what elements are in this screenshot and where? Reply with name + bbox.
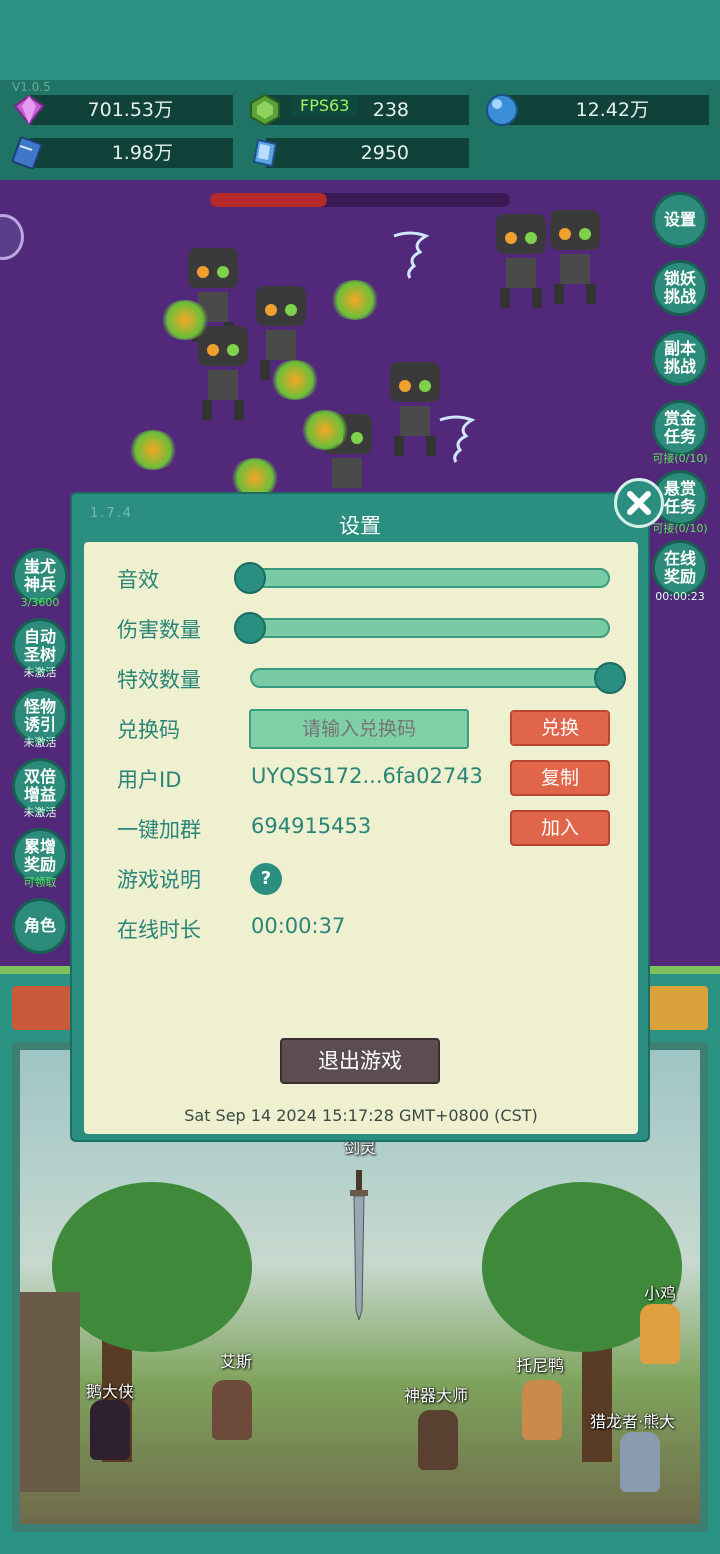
online-time-label: 在线时长 (117, 918, 201, 942)
button-label: 角色 (23, 916, 56, 935)
boss-hp-bar (210, 193, 510, 207)
hud-version: V1.0.5 (12, 80, 51, 94)
hero-name: 神器大师 (404, 1386, 469, 1405)
online-reward-timer: 00:00:23 (655, 590, 705, 603)
resource-diamond: 701.53万 (30, 95, 233, 125)
hero-chick[interactable] (640, 1304, 680, 1364)
hero-dragon-hunter-bear[interactable] (620, 1432, 660, 1492)
top-bar (0, 0, 720, 80)
double-buff-status: 未激活 (23, 806, 57, 819)
hero-name: 猎龙者·熊大 (590, 1412, 676, 1431)
reward-task-status: 可接(0/10) (652, 522, 708, 535)
green-gem-icon (250, 93, 280, 127)
hut (20, 1292, 80, 1492)
hero-ace[interactable] (212, 1380, 252, 1440)
hero-tony-duck[interactable] (522, 1380, 562, 1440)
robot-enemy[interactable] (188, 322, 258, 422)
online-reward-button[interactable]: 在线 奖励 (652, 540, 708, 596)
resource-book: 1.98万 (30, 138, 233, 168)
bounty-task-status: 可接(0/10) (652, 452, 708, 465)
fire-effect (128, 430, 178, 470)
copy-button[interactable]: 复制 (510, 760, 610, 796)
resource-value: 2950 (360, 142, 409, 164)
book-icon (11, 136, 43, 170)
tornado-effect (393, 231, 430, 279)
hero-name: 鹅大侠 (86, 1382, 135, 1401)
redeem-code-label: 兑换码 (117, 718, 180, 742)
robot-enemy[interactable] (540, 206, 610, 306)
bounty-task-button[interactable]: 赏金 任务 (652, 400, 708, 456)
boss-hp-fill (210, 193, 327, 207)
sword-icon[interactable] (350, 1170, 368, 1320)
lock-demon-challenge-button[interactable]: 锁妖 挑战 (652, 260, 708, 316)
sound-label: 音效 (117, 568, 159, 592)
fps-counter: FPS63 (292, 95, 358, 116)
button-label: 自动 圣树 (23, 627, 56, 664)
resource-value: 1.98万 (111, 142, 173, 164)
game-screen: V1.0.5 701.53万 238 FPS63 12.42万 1.98万 29… (0, 0, 720, 1554)
damage-numbers-slider[interactable] (250, 618, 610, 638)
close-button[interactable] (614, 478, 664, 528)
game-guide-label: 游戏说明 (117, 868, 201, 892)
modal-title: 设置 (339, 514, 381, 538)
tree (52, 1182, 252, 1352)
button-label: 蚩尤 神兵 (23, 557, 56, 594)
hero-name: 艾斯 (220, 1352, 253, 1371)
sound-slider[interactable] (250, 568, 610, 588)
effects-label: 特效数量 (117, 668, 201, 692)
settings-button[interactable]: 设置 (652, 192, 708, 248)
damage-numbers-slider-handle[interactable] (234, 612, 266, 644)
resource-value: 12.42万 (575, 99, 649, 121)
monster-lure-status: 未激活 (23, 736, 57, 749)
hero-goose[interactable] (90, 1400, 130, 1460)
button-label: 副本 挑战 (663, 339, 696, 376)
resource-value: 701.53万 (87, 99, 173, 121)
sound-slider-handle[interactable] (234, 562, 266, 594)
accumulated-reward-status: 可领取 (23, 876, 57, 889)
crystal-icon (252, 138, 278, 168)
blue-orb-icon (486, 94, 518, 126)
button-label: 悬赏 任务 (663, 479, 696, 516)
diamond-icon (13, 94, 45, 126)
fire-effect (330, 280, 380, 320)
effects-slider[interactable] (250, 668, 610, 688)
online-time-value: 00:00:37 (251, 914, 346, 938)
button-label: 怪物 诱引 (23, 697, 56, 734)
user-id-value: UYQSS172...6fa02743 (251, 764, 483, 788)
effects-slider-handle[interactable] (594, 662, 626, 694)
tornado-effect (439, 415, 476, 463)
auto-sacred-tree-status: 未激活 (23, 666, 57, 679)
redeem-code-input[interactable] (249, 709, 469, 749)
group-number: 694915453 (251, 814, 372, 838)
close-icon (627, 491, 651, 515)
button-label: 锁妖 挑战 (663, 269, 696, 306)
resource-value: 238 (372, 99, 409, 121)
fire-effect (270, 360, 320, 400)
help-icon[interactable]: ? (250, 863, 282, 895)
chiyou-weapon-status: 3/3600 (20, 596, 60, 609)
join-group-label: 一键加群 (117, 818, 201, 842)
button-label: 双倍 增益 (23, 767, 56, 804)
right-action-bar[interactable] (648, 986, 708, 1030)
left-action-bar[interactable] (12, 986, 72, 1030)
dungeon-challenge-button[interactable]: 副本 挑战 (652, 330, 708, 386)
hero-name: 托尼鸭 (516, 1356, 565, 1375)
button-label: 累增 奖励 (23, 837, 56, 874)
hero-artifact-master[interactable] (418, 1410, 458, 1470)
user-id-label: 用户ID (117, 768, 182, 792)
damage-numbers-label: 伤害数量 (117, 618, 201, 642)
timestamp: Sat Sep 14 2024 15:17:28 GMT+0800 (CST) (184, 1106, 538, 1125)
redeem-button[interactable]: 兑换 (510, 710, 610, 746)
resource-blue-orb: 12.42万 (505, 95, 709, 125)
fire-effect (160, 300, 210, 340)
button-label: 赏金 任务 (663, 409, 696, 446)
button-label: 设置 (663, 210, 696, 229)
exit-game-button[interactable]: 退出游戏 (280, 1038, 440, 1084)
character-button[interactable]: 角色 (12, 898, 68, 954)
join-button[interactable]: 加入 (510, 810, 610, 846)
button-label: 在线 奖励 (663, 549, 696, 586)
resource-crystal: 2950 (266, 138, 469, 168)
fire-effect (300, 410, 350, 450)
hero-name: 小鸡 (644, 1284, 677, 1303)
